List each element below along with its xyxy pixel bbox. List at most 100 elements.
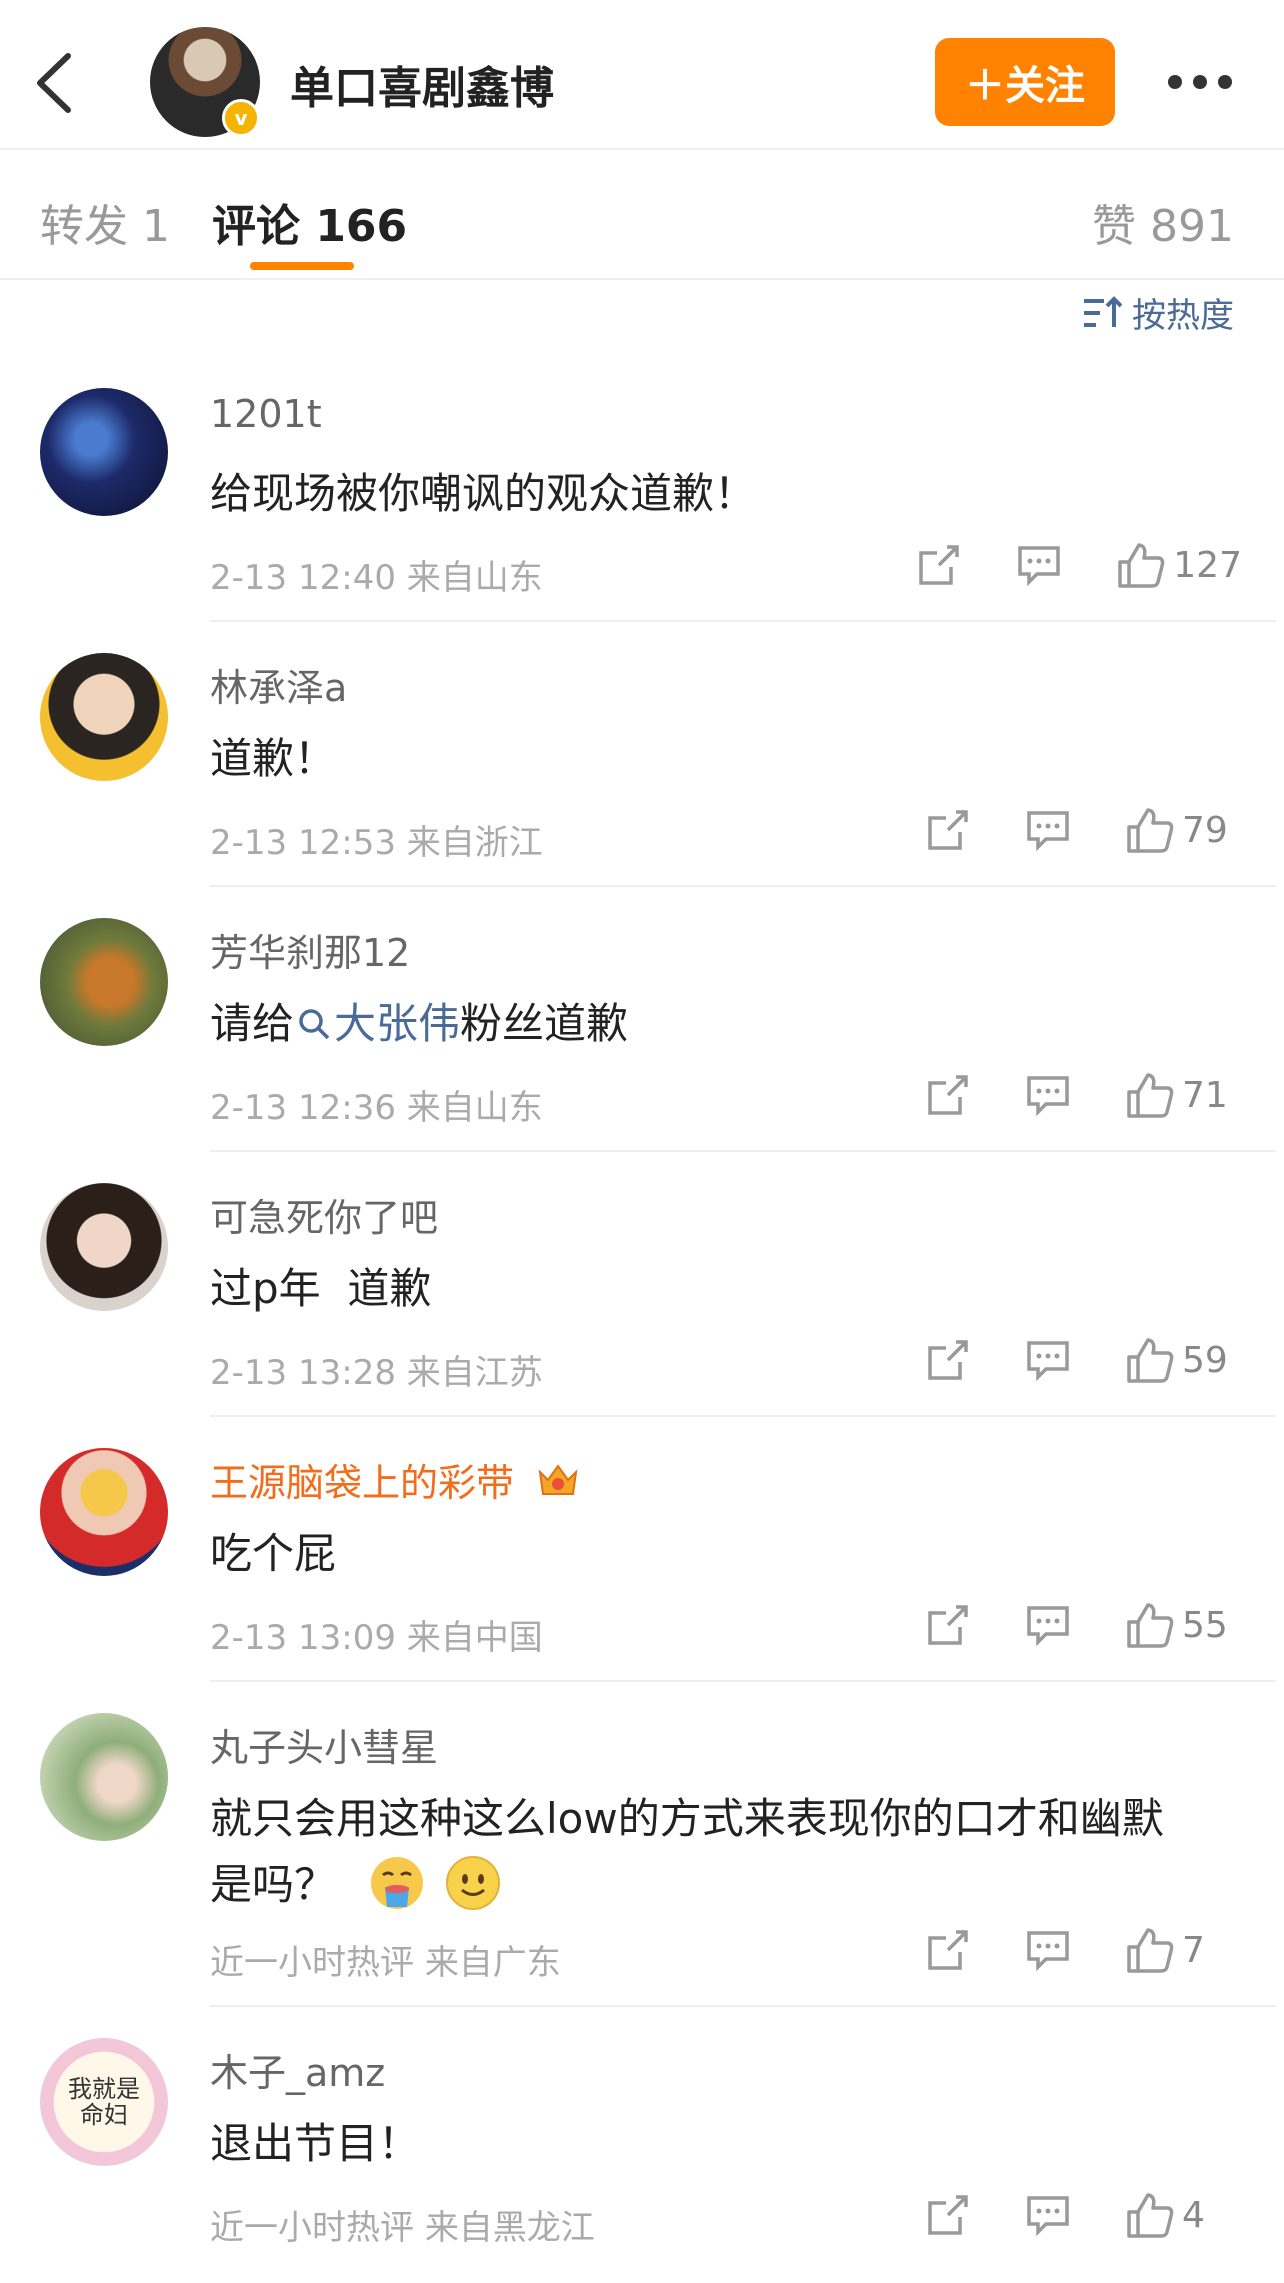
comment-actions: 71: [926, 1072, 1242, 1118]
comment-actions: 4: [926, 2192, 1242, 2238]
comment-meta: 近一小时热评 来自广东: [210, 1935, 561, 1984]
comment-location: 来自江苏: [406, 1353, 543, 1393]
comment-location: 来自山东: [406, 1088, 543, 1128]
reply-icon[interactable]: [1026, 1603, 1070, 1647]
vomit-emoji-icon: [371, 1857, 424, 1909]
commenter-avatar[interactable]: [40, 1713, 168, 1841]
comment-time: 2-13 12:36: [210, 1088, 396, 1128]
comment-text: 退出节目！: [210, 2119, 421, 2168]
author-name[interactable]: 单口喜剧鑫博: [290, 52, 554, 116]
like-icon[interactable]: [1126, 2192, 1174, 2238]
avatar-text-1: 我就是: [68, 2075, 140, 2103]
sort-label: 按热度: [1132, 296, 1234, 336]
comment-text-line-1: 就只会用这种这么low的方式来表现你的口才和幽默: [210, 1794, 1164, 1843]
comment-divider: [210, 885, 1276, 887]
commenter-name[interactable]: 丸子头小彗星: [210, 1717, 438, 1772]
reply-icon[interactable]: [1026, 808, 1070, 852]
comment-text-line-2-text: 是吗？: [210, 1860, 337, 1909]
comment-meta: 2-13 12:40 来自山东: [210, 550, 543, 599]
commenter-avatar[interactable]: [40, 918, 168, 1046]
comment-meta: 2-13 13:28 来自江苏: [210, 1345, 543, 1394]
reply-icon[interactable]: [1017, 543, 1061, 587]
share-icon[interactable]: [926, 1928, 970, 1972]
share-icon[interactable]: [926, 1603, 970, 1647]
like-count: 71: [1182, 1074, 1228, 1116]
verified-badge: v: [222, 99, 260, 137]
comment-text-line-2: 是吗？: [210, 1851, 501, 1912]
like-count: 79: [1182, 809, 1228, 851]
comment-divider: [210, 1415, 1276, 1417]
comment-divider: [210, 1150, 1276, 1152]
comment-text: 道歉！: [210, 734, 337, 783]
tab-likes[interactable]: 赞 891: [1092, 190, 1234, 254]
comment-time: 近一小时热评: [210, 2208, 414, 2248]
comment-actions: 127: [917, 542, 1242, 588]
comment-divider: [210, 620, 1276, 622]
back-arrow-icon[interactable]: [30, 50, 78, 116]
reply-icon[interactable]: [1026, 1338, 1070, 1382]
comment-text-prefix: 请给: [210, 999, 295, 1048]
comment-text: 给现场被你嘲讽的观众道歉！: [210, 469, 757, 518]
comment-time: 2-13 12:53: [210, 823, 396, 863]
sort-toggle[interactable]: 按热度: [1082, 288, 1234, 337]
comment-meta: 2-13 12:53 来自浙江: [210, 815, 543, 864]
like-count: 4: [1182, 2194, 1205, 2236]
like-count: 59: [1182, 1339, 1228, 1381]
like-icon[interactable]: [1126, 1602, 1174, 1648]
comment-location: 来自黑龙江: [424, 2208, 595, 2248]
active-tab-indicator: [250, 262, 354, 270]
crown-badge-icon: [538, 1464, 578, 1495]
like-icon[interactable]: [1117, 542, 1165, 588]
commenter-name[interactable]: 王源脑袋上的彩带: [210, 1452, 580, 1507]
comment-divider: [210, 1680, 1276, 1682]
tab-reposts[interactable]: 转发 1: [40, 190, 170, 254]
share-icon[interactable]: [926, 2193, 970, 2237]
reply-icon[interactable]: [1026, 1073, 1070, 1117]
comment-time: 2-13 13:09: [210, 1618, 396, 1658]
like-count: 7: [1182, 1929, 1205, 1971]
reply-icon[interactable]: [1026, 1928, 1070, 1972]
more-options-icon[interactable]: [1165, 67, 1235, 97]
comment-location: 来自浙江: [406, 823, 543, 863]
tab-comments[interactable]: 评论 166: [212, 190, 407, 254]
commenter-avatar[interactable]: [40, 388, 168, 516]
commenter-name[interactable]: 芳华刹那12: [210, 922, 410, 977]
comment-text: 吃个屁: [210, 1529, 337, 1578]
top-bar: v 单口喜剧鑫博 ＋关注: [0, 0, 1284, 150]
comment-actions: 59: [926, 1337, 1242, 1383]
comment-time: 2-13 12:40: [210, 558, 396, 598]
smile-emoji-icon: [445, 1856, 500, 1910]
comment-text: 过p年 道歉: [210, 1264, 432, 1313]
like-count: 55: [1182, 1604, 1228, 1646]
commenter-name[interactable]: 1201t: [210, 392, 322, 436]
share-icon[interactable]: [926, 1338, 970, 1382]
like-icon[interactable]: [1126, 1927, 1174, 1973]
follow-button[interactable]: ＋关注: [935, 38, 1115, 126]
like-icon[interactable]: [1126, 1337, 1174, 1383]
like-icon[interactable]: [1126, 1072, 1174, 1118]
comment-divider: [210, 2005, 1276, 2007]
comment-text: 请给 大张伟粉丝道歉: [210, 990, 628, 1051]
comment-time: 2-13 13:28: [210, 1353, 396, 1393]
commenter-name[interactable]: 木子_amz: [210, 2042, 385, 2097]
comment-location: 来自山东: [406, 558, 543, 598]
commenter-avatar[interactable]: [40, 1183, 168, 1311]
share-icon[interactable]: [917, 543, 961, 587]
commenter-name[interactable]: 林承泽a: [210, 657, 347, 712]
reply-icon[interactable]: [1026, 2193, 1070, 2237]
commenter-name-text: 王源脑袋上的彩带: [210, 1461, 515, 1505]
comment-meta: 2-13 12:36 来自山东: [210, 1080, 543, 1129]
comment-actions: 7: [926, 1927, 1242, 1973]
commenter-avatar[interactable]: [40, 653, 168, 781]
topic-link[interactable]: 大张伟: [334, 999, 460, 1048]
like-count: 127: [1173, 544, 1242, 586]
comment-meta: 近一小时热评 来自黑龙江: [210, 2200, 595, 2249]
commenter-avatar[interactable]: 我就是 命妇: [40, 2038, 168, 2166]
commenter-name[interactable]: 可急死你了吧: [210, 1187, 438, 1242]
commenter-avatar[interactable]: [40, 1448, 168, 1576]
share-icon[interactable]: [926, 808, 970, 852]
share-icon[interactable]: [926, 1073, 970, 1117]
comment-location: 来自广东: [424, 1943, 561, 1983]
like-icon[interactable]: [1126, 807, 1174, 853]
search-icon: [299, 1009, 330, 1040]
